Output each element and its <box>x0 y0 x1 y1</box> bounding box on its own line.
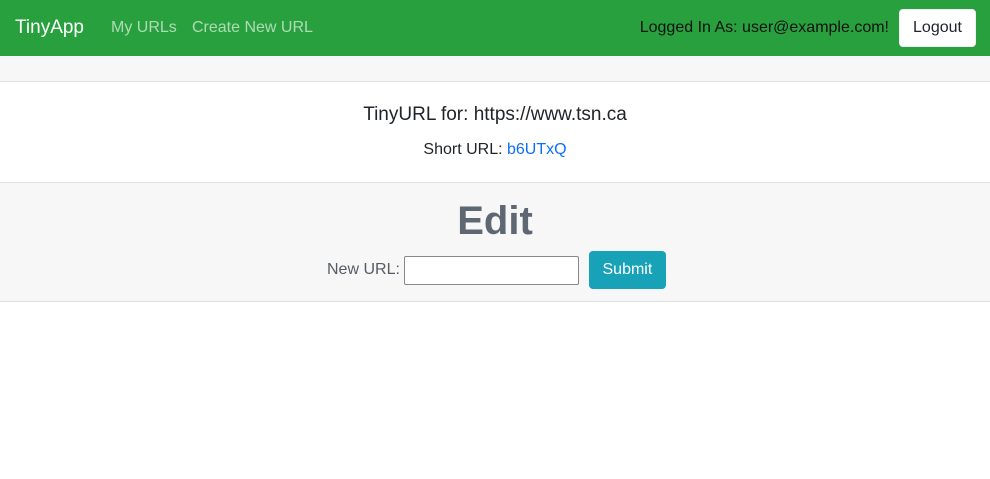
nav-link-my-urls[interactable]: My URLs <box>111 0 177 56</box>
tinyurl-title: TinyURL for: https://www.tsn.ca <box>363 104 627 125</box>
short-url-label: Short URL: <box>423 141 503 158</box>
new-url-label: New URL: <box>327 261 400 278</box>
logged-in-status: Logged In As: user@example.com! <box>639 19 889 36</box>
edit-section: Edit New URL: Submit <box>0 183 990 302</box>
edit-url-form: New URL: Submit <box>327 251 666 289</box>
url-info-card: TinyURL for: https://www.tsn.ca Short UR… <box>0 82 990 183</box>
short-url-line: Short URL: b6UTxQ <box>0 141 990 159</box>
header-band <box>0 56 990 82</box>
new-url-input[interactable] <box>403 255 579 285</box>
edit-heading: Edit <box>457 199 533 243</box>
submit-button[interactable]: Submit <box>588 251 666 289</box>
logout-button[interactable]: Logout <box>899 9 976 47</box>
short-url-link[interactable]: b6UTxQ <box>507 141 567 158</box>
nav-link-create-new-url[interactable]: Create New URL <box>192 0 313 56</box>
navbar: TinyApp My URLs Create New URL Logged In… <box>0 0 990 56</box>
brand-link[interactable]: TinyApp <box>15 0 84 56</box>
